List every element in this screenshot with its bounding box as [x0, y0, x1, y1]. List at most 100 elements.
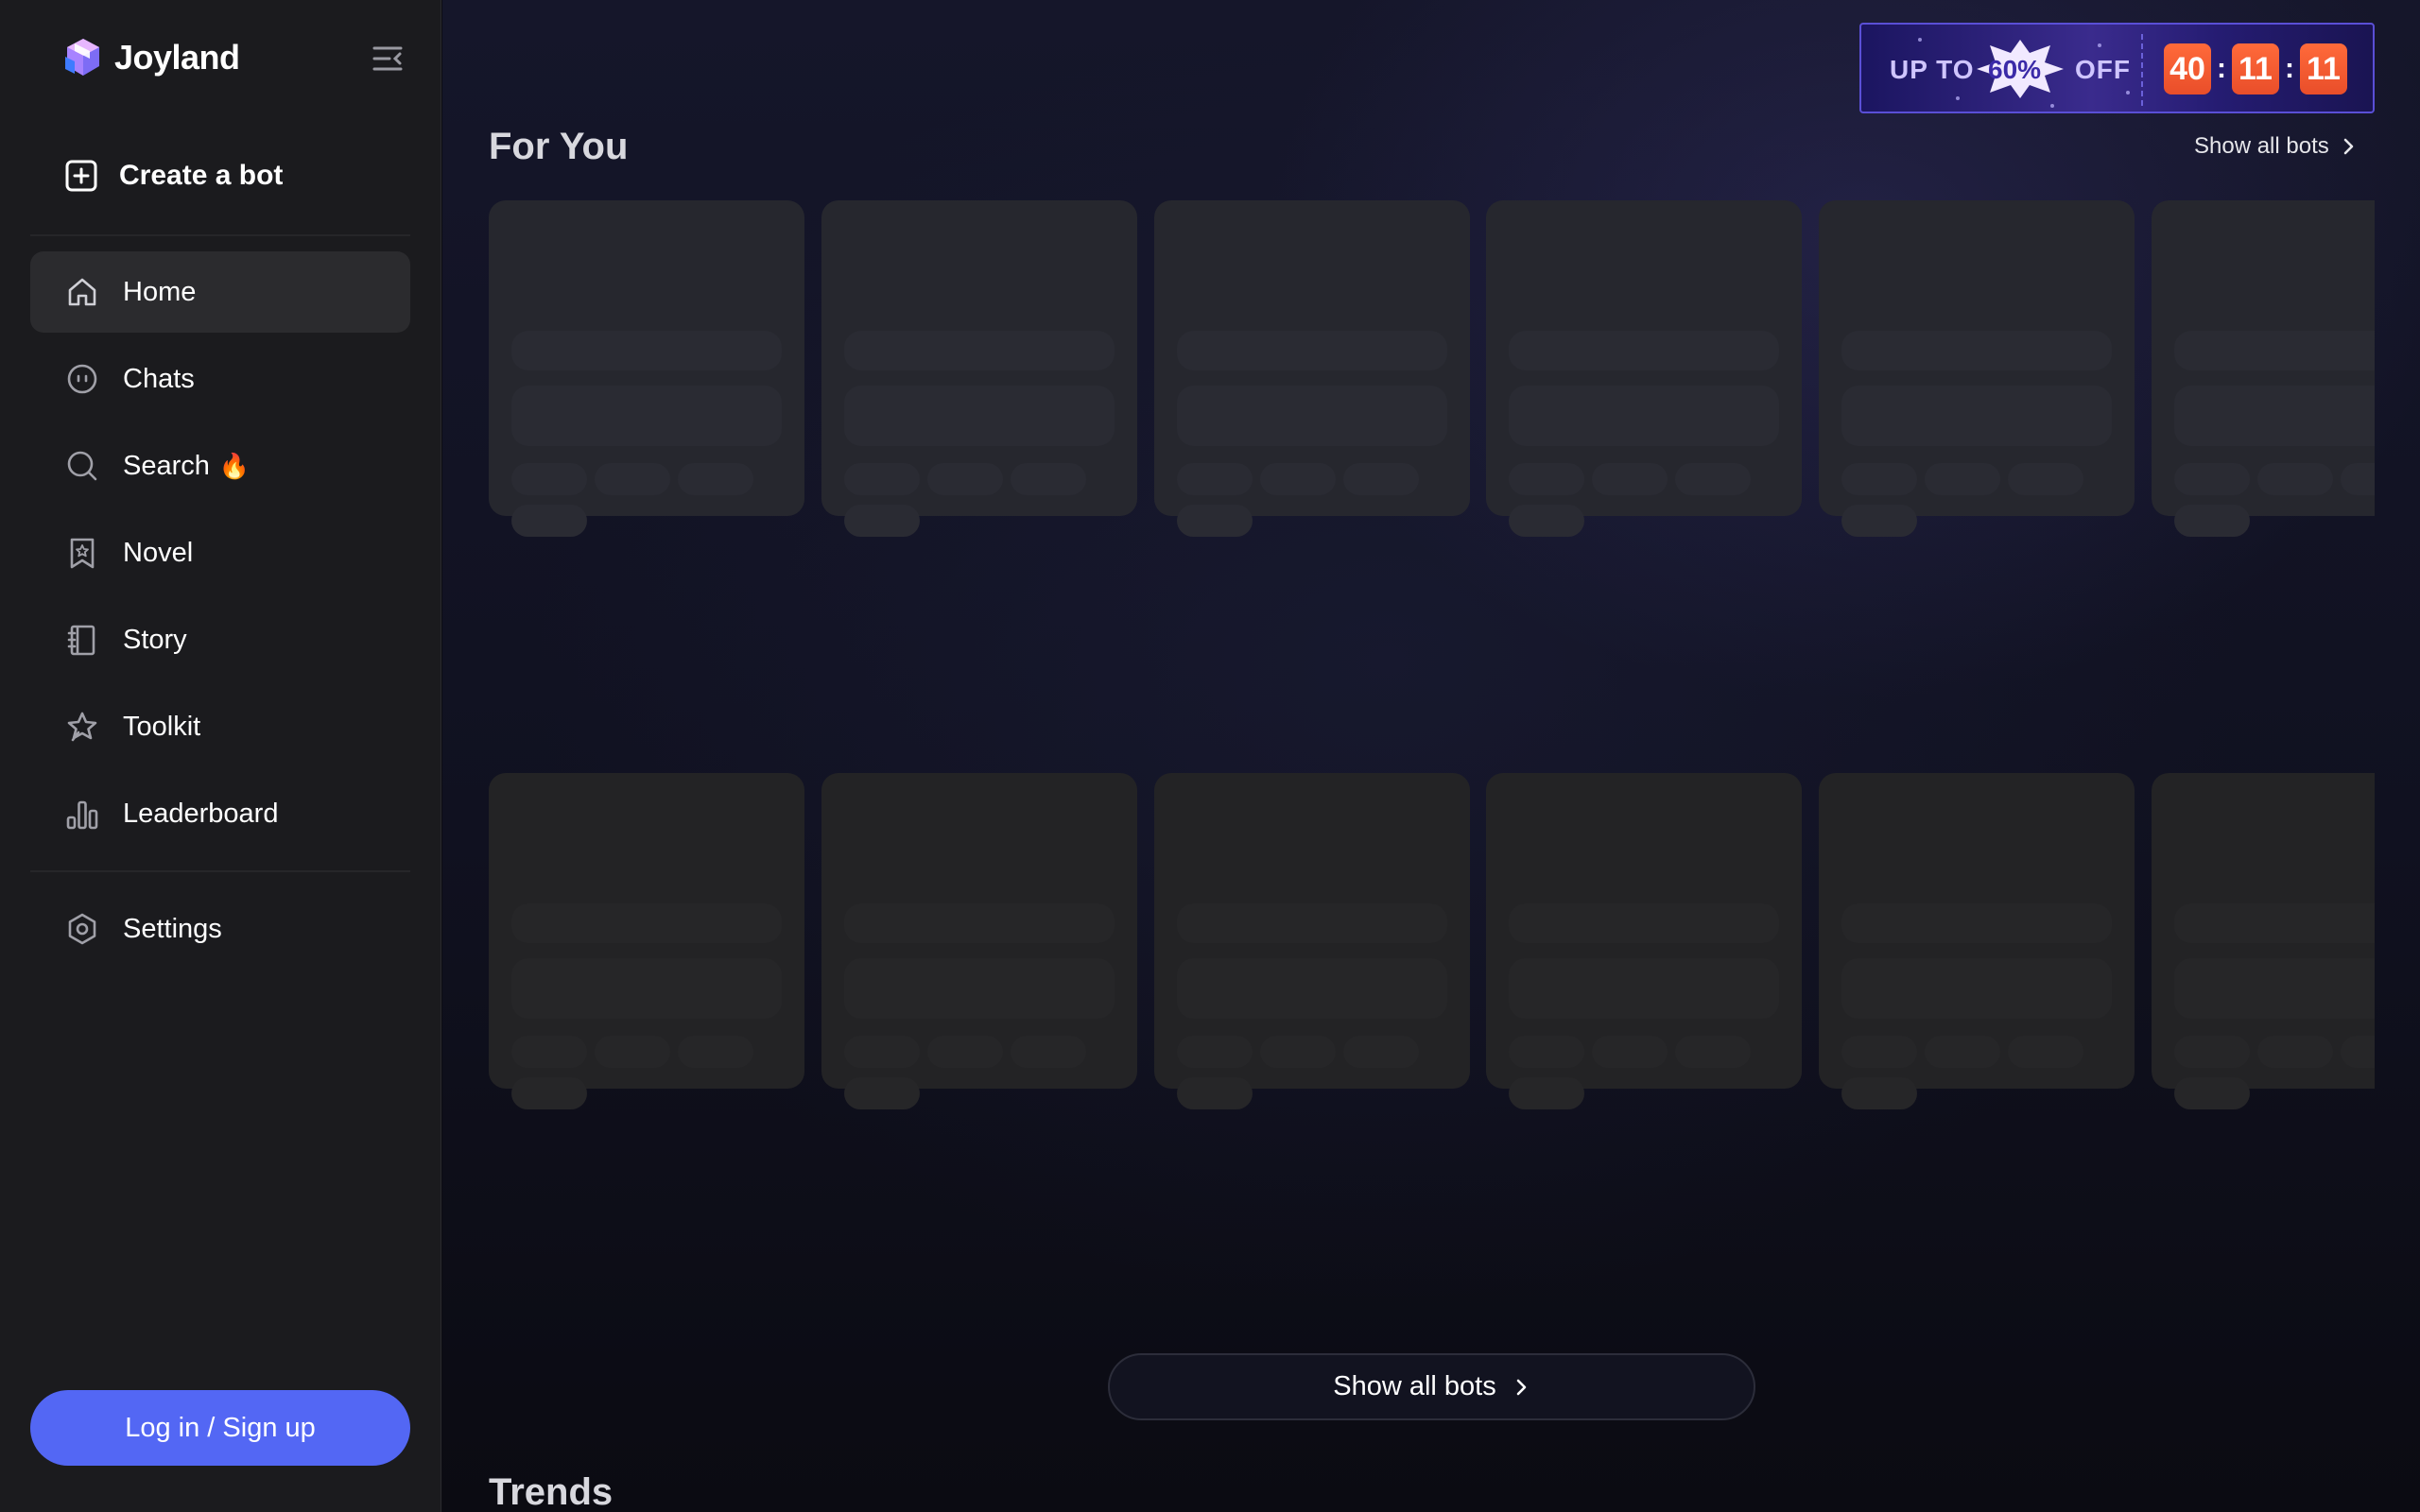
- sidebar-divider: [30, 234, 410, 236]
- sidebar-item-label: Novel: [123, 537, 194, 568]
- promo-up-to: UP TO: [1890, 55, 1975, 84]
- text-placeholder: [1675, 463, 1751, 495]
- text-placeholder: [844, 463, 920, 495]
- fire-icon: 🔥: [218, 451, 251, 480]
- timer-colon: :: [2217, 53, 2226, 84]
- show-all-bots-button-label: Show all bots: [1333, 1371, 1496, 1401]
- sparkle: [2098, 43, 2101, 47]
- text-placeholder: [1592, 463, 1668, 495]
- sidebar-item-label: Toolkit: [123, 711, 201, 742]
- text-placeholder: [1177, 331, 1447, 370]
- text-placeholder: [844, 331, 1115, 370]
- text-placeholder: [844, 1036, 920, 1068]
- text-placeholder: [1509, 386, 1779, 446]
- text-placeholder: [511, 958, 782, 1019]
- timer-hours: 40: [2164, 43, 2211, 94]
- sidebar-item-label: Chats: [123, 363, 195, 394]
- text-placeholder: [1841, 386, 2112, 446]
- joyland-logo-icon: [65, 39, 99, 76]
- sidebar-item-home[interactable]: Home: [30, 251, 410, 333]
- text-placeholder: [1841, 958, 2112, 1019]
- text-placeholder: [844, 903, 1115, 943]
- settings-label: Settings: [123, 913, 222, 944]
- sidebar-item-chats[interactable]: Chats: [30, 338, 410, 420]
- collapse-sidebar-button[interactable]: [371, 42, 405, 76]
- text-placeholder: [844, 958, 1115, 1019]
- text-placeholder: [1925, 1036, 2000, 1068]
- text-placeholder: [1343, 1036, 1419, 1068]
- text-placeholder: [1011, 463, 1086, 495]
- text-placeholder: [2174, 903, 2375, 943]
- text-placeholder: [511, 903, 782, 943]
- text-placeholder: [1260, 1036, 1336, 1068]
- brand-name: Joyland: [114, 38, 240, 77]
- promo-divider: [2141, 34, 2143, 106]
- promo-banner[interactable]: UP TO 60% OFF 40 : 11 : 11: [1859, 23, 2375, 113]
- text-placeholder: [1509, 903, 1779, 943]
- search-icon: [64, 448, 100, 484]
- text-placeholder: [1177, 958, 1447, 1019]
- sidebar-item-story[interactable]: Story: [30, 599, 410, 680]
- text-placeholder: [595, 1036, 670, 1068]
- text-placeholder: [2008, 463, 2083, 495]
- sparkle: [1918, 38, 1922, 42]
- text-placeholder: [678, 1036, 753, 1068]
- text-placeholder: [2174, 505, 2250, 537]
- text-placeholder: [2174, 331, 2375, 370]
- text-placeholder: [511, 505, 587, 537]
- text-placeholder: [511, 331, 782, 370]
- main-content: UP TO 60% OFF 40 : 11 : 11 For You Show …: [442, 0, 2420, 1512]
- show-all-bots-link[interactable]: Show all bots: [2194, 133, 2358, 160]
- sidebar-item-leaderboard[interactable]: Leaderboard: [30, 773, 410, 854]
- chat-icon: [64, 361, 100, 397]
- text-placeholder: [2174, 1077, 2250, 1109]
- sidebar-item-settings[interactable]: Settings: [30, 888, 410, 970]
- bar-chart-icon: [64, 796, 100, 832]
- sidebar-item-novel[interactable]: Novel: [30, 512, 410, 593]
- text-placeholder: [1509, 331, 1779, 370]
- text-placeholder: [1177, 1036, 1253, 1068]
- text-placeholder: [2174, 386, 2375, 446]
- text-placeholder: [511, 463, 587, 495]
- timer-colon: :: [2285, 53, 2294, 84]
- text-placeholder: [1675, 1036, 1751, 1068]
- text-placeholder: [1841, 1036, 1917, 1068]
- create-bot-button[interactable]: Create a bot: [30, 142, 410, 210]
- text-placeholder: [1260, 463, 1336, 495]
- bookmark-star-icon: [64, 535, 100, 571]
- text-placeholder: [844, 386, 1115, 446]
- book-icon: [64, 622, 100, 658]
- timer-seconds: 11: [2300, 43, 2347, 94]
- text-placeholder: [927, 1036, 1003, 1068]
- text-placeholder: [1841, 1077, 1917, 1109]
- sidebar-divider: [30, 870, 410, 872]
- brand[interactable]: Joyland: [61, 36, 240, 79]
- text-placeholder: [678, 463, 753, 495]
- sparkle: [2050, 104, 2054, 108]
- text-placeholder: [1177, 1077, 1253, 1109]
- text-placeholder: [2174, 958, 2375, 1019]
- text-placeholder: [511, 1036, 587, 1068]
- text-placeholder: [1509, 958, 1779, 1019]
- text-placeholder: [1592, 1036, 1668, 1068]
- text-placeholder: [2174, 463, 2250, 495]
- home-icon: [64, 274, 100, 310]
- text-placeholder: [1841, 331, 2112, 370]
- text-placeholder: [1177, 505, 1253, 537]
- text-placeholder: [1841, 505, 1917, 537]
- text-placeholder: [2174, 1036, 2250, 1068]
- sidebar-item-toolkit[interactable]: Toolkit: [30, 686, 410, 767]
- text-placeholder: [511, 1077, 587, 1109]
- gear-icon: [64, 911, 100, 947]
- star-badge-icon: [64, 709, 100, 745]
- sidebar-item-search[interactable]: Search 🔥: [30, 425, 410, 507]
- section-title-trends: Trends: [489, 1471, 614, 1512]
- login-signup-button[interactable]: Log in / Sign up: [30, 1390, 410, 1466]
- text-placeholder: [844, 505, 920, 537]
- text-placeholder: [511, 386, 782, 446]
- show-all-bots-button[interactable]: Show all bots: [1108, 1353, 1755, 1420]
- section-title-for-you: For You: [489, 126, 629, 167]
- text-placeholder: [2008, 1036, 2083, 1068]
- text-placeholder: [1509, 463, 1584, 495]
- text-placeholder: [595, 463, 670, 495]
